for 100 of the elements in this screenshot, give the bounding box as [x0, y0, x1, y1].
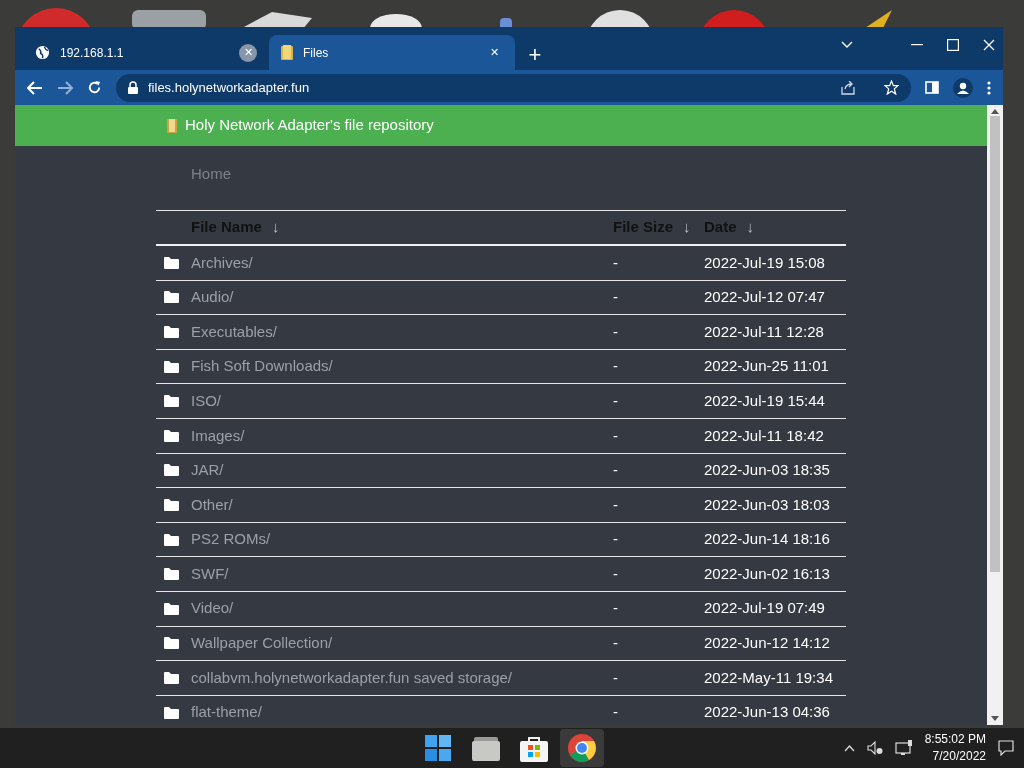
folder-icon	[167, 118, 177, 133]
folder-link[interactable]: Fish Soft Downloads/	[191, 355, 333, 378]
scrollbar[interactable]	[987, 105, 1003, 725]
star-icon[interactable]	[884, 80, 899, 95]
size-cell-text: -	[613, 287, 619, 308]
tab-title: 192.168.1.1	[60, 44, 125, 62]
browser-tab[interactable]: 192.168.1.1 ✕	[23, 35, 269, 70]
breadcrumb-link[interactable]: Home	[191, 165, 231, 182]
size-cell-text: -	[613, 321, 619, 342]
folder-link[interactable]: Executables/	[191, 320, 277, 344]
speaker-muted-icon[interactable]	[866, 741, 883, 755]
clock-time: 8:55:02 PM	[924, 731, 986, 748]
date-cell-text: 2022-Jul-11 18:42	[704, 425, 824, 446]
side-panel-icon[interactable]	[925, 81, 939, 94]
close-tab-button[interactable]: ✕	[485, 43, 503, 62]
size-cell-text: -	[613, 633, 619, 654]
size-cell-text: -	[613, 667, 619, 688]
site-title: Holy Network Adapter's file repository	[185, 115, 434, 136]
scroll-down-icon[interactable]	[991, 716, 999, 721]
store-bag-icon	[520, 734, 548, 762]
folder-link[interactable]: SWF/	[191, 562, 229, 586]
date-cell-text: 2022-Jul-19 15:44	[704, 390, 825, 411]
folder-icon	[164, 429, 179, 442]
minimize-icon[interactable]	[911, 44, 923, 46]
back-icon[interactable]	[27, 80, 43, 95]
maximize-icon[interactable]	[947, 39, 959, 51]
folder-link[interactable]: ISO/	[191, 389, 221, 413]
folder-link[interactable]: Images/	[191, 424, 245, 447]
date-cell-text: 2022-Jul-11 12:28	[704, 321, 824, 342]
folder-link[interactable]: flat-theme/	[191, 701, 262, 724]
size-cell-text: -	[613, 425, 619, 446]
folder-link[interactable]: PS2 ROMs/	[191, 528, 271, 551]
size-cell-text: -	[613, 598, 619, 619]
folder-link[interactable]: Wallpaper Collection/	[191, 632, 333, 655]
folder-icon	[281, 45, 293, 60]
profile-icon[interactable]	[953, 77, 973, 98]
folder-icon	[164, 602, 179, 615]
notifications-icon[interactable]	[998, 740, 1014, 756]
folder-icon	[164, 568, 179, 581]
url-text: files.holynetworkadapter.fun	[148, 78, 311, 97]
size-cell-text: -	[613, 356, 619, 377]
date-cell-text: 2022-Jun-14 18:16	[704, 529, 830, 550]
date-cell-text: 2022-Jun-03 18:03	[704, 494, 830, 515]
scroll-thumb[interactable]	[990, 116, 1000, 572]
size-cell-text: -	[613, 252, 619, 273]
globe-icon	[35, 45, 50, 60]
menu-icon[interactable]	[987, 80, 991, 95]
folder-link[interactable]: Video/	[191, 597, 234, 620]
network-icon[interactable]	[894, 740, 913, 756]
folder-icon	[164, 533, 179, 546]
forward-icon[interactable]	[57, 80, 73, 95]
folder-link[interactable]: Audio/	[191, 286, 234, 309]
scroll-up-icon[interactable]	[991, 109, 999, 114]
date-cell-text: 2022-May-11 19:34	[704, 667, 833, 688]
folder-icon	[164, 706, 179, 719]
lock-icon[interactable]	[128, 81, 138, 94]
folder-icon	[164, 637, 179, 650]
folder-link[interactable]: collabvm.holynetworkadapter.fun saved storage/	[191, 666, 513, 690]
folder-icon	[164, 498, 179, 511]
size-cell-text: -	[613, 460, 619, 481]
size-cell-text: -	[613, 529, 619, 550]
date-cell-text: 2022-Jul-19 15:08	[704, 252, 825, 273]
tab-search-icon[interactable]	[841, 41, 853, 49]
taskbar-app[interactable]	[560, 729, 604, 767]
size-cell-text: -	[613, 563, 619, 584]
folder-link[interactable]: JAR/	[191, 459, 224, 482]
size-cell-text: -	[613, 494, 619, 515]
folder-icon	[164, 464, 179, 477]
clock-date: 7/20/2022	[932, 748, 986, 765]
folder-link[interactable]: Other/	[191, 493, 233, 517]
folder-icon	[164, 360, 179, 373]
sort-arrow[interactable]: ↓	[683, 216, 691, 239]
date-cell-text: 2022-Jul-19 07:49	[704, 598, 825, 619]
folder-icon	[472, 735, 500, 761]
reload-icon[interactable]	[87, 80, 102, 95]
date-cell-text: 2022-Jun-25 11:01	[704, 356, 829, 377]
date-cell-text: 2022-Jul-12 07:47	[704, 287, 825, 308]
tab-title: Files	[303, 44, 330, 62]
share-icon[interactable]	[840, 80, 856, 95]
address-bar[interactable]: files.holynetworkadapter.fun	[116, 73, 911, 102]
close-tab-button[interactable]: ✕	[239, 43, 257, 62]
date-cell-text: 2022-Jun-02 16:13	[704, 563, 830, 584]
browser-tab[interactable]: Files ✕	[269, 35, 515, 70]
folder-link[interactable]: Archives/	[191, 251, 253, 275]
chevron-up-icon[interactable]	[843, 744, 855, 752]
windows-icon	[425, 735, 451, 761]
folder-icon	[164, 291, 179, 304]
folder-icon	[164, 256, 179, 269]
sort-arrow[interactable]: ↓	[746, 216, 754, 239]
folder-icon	[164, 671, 179, 684]
close-icon[interactable]	[983, 39, 995, 51]
sort-arrow[interactable]: ↓	[271, 216, 280, 239]
clock[interactable]: 8:55:02 PM 7/20/2022	[924, 731, 986, 765]
date-cell-text: 2022-Jun-12 14:12	[704, 633, 830, 654]
folder-icon	[164, 326, 179, 338]
folder-icon	[164, 395, 179, 408]
date-cell-text: 2022-Jun-13 04:36	[704, 702, 830, 723]
size-cell-text: -	[613, 390, 619, 411]
new-tab-button[interactable]: +	[521, 38, 549, 68]
chrome-icon	[568, 734, 596, 762]
